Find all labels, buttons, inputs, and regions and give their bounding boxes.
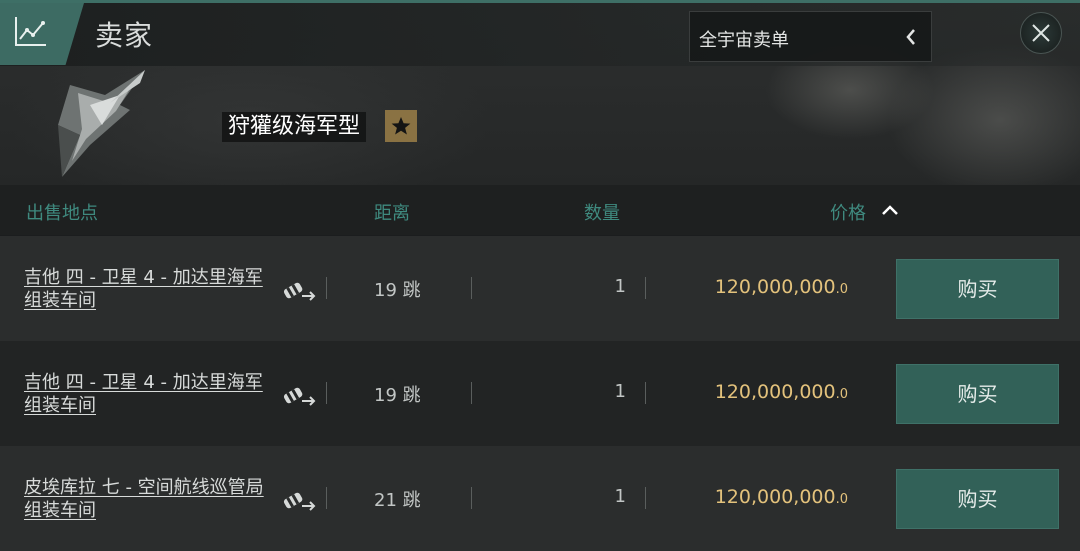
order-price-main: 120,000,000 (714, 381, 836, 403)
set-destination-icon[interactable] (280, 484, 318, 514)
column-divider (326, 277, 327, 299)
faction-badge (385, 110, 417, 142)
column-divider (471, 382, 472, 404)
order-price: 120,000,000.0 (690, 486, 848, 508)
order-price-decimal: .0 (835, 387, 848, 402)
column-divider (326, 382, 327, 404)
order-price: 120,000,000.0 (690, 381, 848, 403)
orders-table-header: 出售地点 距离 数量 价格 (0, 185, 1080, 235)
order-price-decimal: .0 (835, 282, 848, 297)
buy-button[interactable]: 购买 (896, 364, 1059, 424)
table-row: 皮埃库拉 七 - 空间航线巡管局 组装车间 21 跳 1 120,000,000… (0, 446, 1080, 551)
order-location-link[interactable]: 吉他 四 - 卫星 4 - 加达里海军 组装车间 (24, 371, 280, 417)
order-distance: 21 跳 (374, 490, 421, 511)
item-name: 狩獾级海军型 (222, 112, 367, 142)
column-divider (471, 277, 472, 299)
buy-button[interactable]: 购买 (896, 469, 1059, 529)
buy-button[interactable]: 购买 (896, 259, 1059, 319)
region-filter-label: 全宇宙卖单 (699, 30, 789, 51)
order-price: 120,000,000.0 (690, 276, 848, 298)
table-row: 吉他 四 - 卫星 4 - 加达里海军 组装车间 19 跳 1 120,000,… (0, 236, 1080, 341)
column-divider (326, 487, 327, 509)
chevron-left-icon (906, 29, 915, 45)
order-location-link[interactable]: 吉他 四 - 卫星 4 - 加达里海军 组装车间 (24, 266, 280, 312)
column-location[interactable]: 出售地点 (26, 199, 98, 225)
order-location-link[interactable]: 皮埃库拉 七 - 空间航线巡管局 组装车间 (24, 476, 280, 522)
order-price-main: 120,000,000 (714, 486, 836, 508)
close-icon (1032, 24, 1050, 42)
order-quantity: 1 (614, 381, 626, 402)
column-divider (471, 487, 472, 509)
order-quantity: 1 (614, 276, 626, 297)
order-price-decimal: .0 (835, 492, 848, 507)
column-distance[interactable]: 距离 (374, 199, 410, 225)
sort-ascending-icon[interactable] (880, 202, 900, 218)
table-row: 吉他 四 - 卫星 4 - 加达里海军 组装车间 19 跳 1 120,000,… (0, 341, 1080, 446)
close-button[interactable] (1020, 12, 1062, 54)
order-distance: 19 跳 (374, 280, 421, 301)
line-chart-icon (15, 17, 46, 46)
column-divider (645, 382, 646, 404)
column-quantity[interactable]: 数量 (584, 199, 620, 225)
order-quantity: 1 (614, 486, 626, 507)
page-title: 卖家 (95, 19, 154, 52)
set-destination-icon[interactable] (280, 379, 318, 409)
region-filter-dropdown[interactable]: 全宇宙卖单 (689, 11, 932, 62)
column-price[interactable]: 价格 (830, 199, 866, 225)
column-divider (645, 487, 646, 509)
column-divider (645, 277, 646, 299)
ship-image (58, 70, 145, 177)
set-destination-icon[interactable] (280, 274, 318, 304)
order-price-main: 120,000,000 (714, 276, 836, 298)
order-distance: 19 跳 (374, 385, 421, 406)
star-icon (391, 117, 411, 135)
market-sellers-panel: 卖家 全宇宙卖单 狩獾级海军型 出售地点 距离 数量 价格 吉他 四 - 卫星 (0, 0, 1080, 551)
